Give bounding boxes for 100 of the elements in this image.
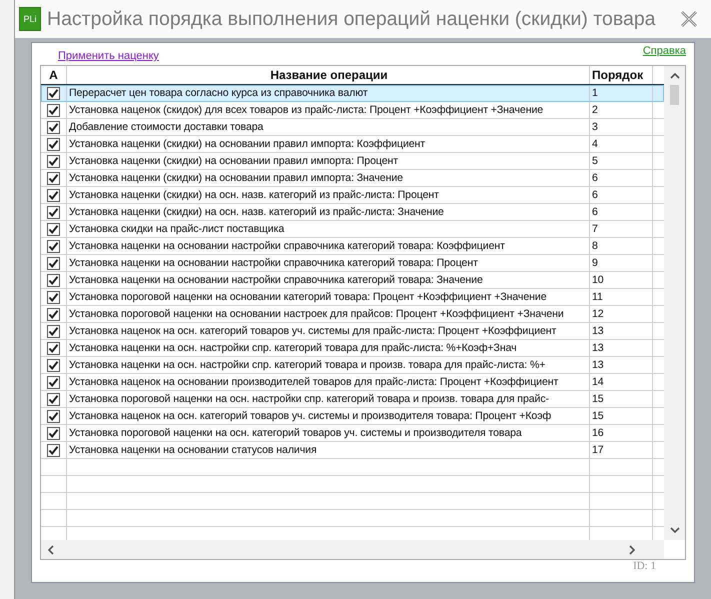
table-cell: Установка наценки на основании настройки справочника категорий товара: Процент [69,257,478,269]
table-row[interactable]: Добавление стоимости доставки товара 3 [41,119,664,136]
checkbox[interactable] [47,290,60,304]
table-cell: Установка наценки на осн. настройки спр. категорий товара и произв. товара для прайс-листа: %+ [69,359,546,371]
table-row[interactable]: Установка наценки (скидки) на основании правил импорта: Процент 5 [41,153,664,170]
table-cell: 3 [592,121,598,133]
table-row[interactable]: Установка пороговой наценки на основании категорий товара: Процент +Коэффициент +Значение 11 [41,289,664,306]
checkbox[interactable] [47,308,60,320]
checkbox[interactable] [47,240,60,252]
checkbox[interactable] [47,342,60,354]
table-row[interactable]: Установка наценок на осн. категорий товаров уч. системы для прайс-листа: Процент +Коэффициент 13 [41,323,664,340]
table-cell: Установка наценки (скидки) на основании правил импорта: Процент [69,155,398,167]
horizontal-scrollbar[interactable] [41,540,664,559]
table-cell: 13 [592,359,604,371]
window-title: Настройка порядка выполнения операций наценки (скидки) товара [47,8,657,30]
table-cell: Установка наценки на основании статусов наличия [69,444,317,456]
table-cell: Установка наценки на основании настройки справочника категорий товара: Коэффициент [69,240,505,252]
checkbox[interactable] [47,104,60,116]
checkbox[interactable] [47,120,60,134]
scroll-right-icon[interactable] [629,544,636,554]
table-cell: Перерасчет цен товара согласно курса из справочника валют [69,87,368,99]
checkbox[interactable] [47,138,60,150]
table-row[interactable]: Перерасчет цен товара согласно курса из справочника валют 1 [41,85,664,102]
table-row[interactable]: Установка наценки на основании настройки справочника категорий товара: Значение 10 [41,272,664,289]
scroll-up-icon[interactable] [670,72,680,79]
checkbox[interactable] [47,172,60,184]
table-cell: 17 [592,444,604,456]
table-row[interactable]: Установка пороговой наценки на осн. категорий товаров уч. системы и производителя товара 16 [41,425,664,442]
checkbox[interactable] [47,444,60,456]
checkbox[interactable] [47,358,60,372]
column-header[interactable]: Название операции [67,66,590,84]
checkbox[interactable] [47,410,60,422]
checkbox[interactable] [47,222,60,236]
table-cell: Установка наценки на основании настройки справочника категорий товара: Значение [69,274,483,286]
scrollbar-thumb[interactable] [670,85,679,105]
checkbox[interactable] [47,274,60,286]
table-row[interactable]: Установка скидки на прайс-лист поставщика 7 [41,221,664,238]
table-row[interactable]: Установка наценки (скидки) на основании правил импорта: Коэффициент 4 [41,136,664,153]
scroll-down-icon[interactable] [670,527,680,534]
table-cell: Установка наценки (скидки) на осн. назв. категорий из прайс-листа: Процент [69,189,439,201]
table-cell: Установка наценки на осн. настройки спр. категорий товара для прайс-листа: %+Коэф+Знач [69,342,517,354]
table-cell: Установка наценки (скидки) на основании правил импорта: Значение [69,172,403,184]
table-cell: Установка пороговой наценки на осн. категорий товаров уч. системы и производителя товара [69,427,522,439]
apply-markup-link[interactable]: Применить наценку [58,50,159,62]
checkbox[interactable] [47,376,60,388]
checkbox[interactable] [47,154,60,168]
table-cell: 11 [592,291,603,303]
app-logo: PLi [19,7,41,31]
help-link[interactable]: Справка [642,45,686,57]
scroll-left-icon[interactable] [47,544,54,554]
table-cell: 2 [592,104,598,116]
checkbox[interactable] [47,188,60,202]
table-row[interactable]: Установка наценок (скидок) для всех товаров из прайс-листа: Процент +Коэффициент +Значение 2 [41,102,664,119]
checkbox[interactable] [47,206,60,218]
table-row[interactable]: Установка наценки (скидки) на основании правил импорта: Значение 6 [41,170,664,187]
table-row[interactable]: Установка наценки на осн. настройки спр. категорий товара для прайс-листа: %+Коэф+Знач 13 [41,340,664,357]
table-row[interactable]: Установка наценки на осн. настройки спр. категорий товара и произв. товара для прайс-листа: %+ 13 [41,357,664,374]
column-header[interactable]: А [41,66,67,84]
table-cell: 15 [592,393,604,405]
table-cell: 16 [592,427,604,439]
table-cell: 8 [592,240,598,252]
table-cell: Установка наценок на основании производителей товаров для прайс-листа: Процент +Коэффициент [69,376,558,388]
table-cell: 14 [592,376,604,388]
table-cell: Установка скидки на прайс-лист поставщика [69,223,284,235]
table-cell: 15 [592,410,604,422]
table-row[interactable]: Установка наценки (скидки) на осн. назв. категорий из прайс-листа: Процент 6 [41,187,664,204]
table-cell: Установка наценки (скидки) на основании правил импорта: Коэффициент [69,138,426,150]
checkbox[interactable] [47,256,60,270]
table-cell: 4 [592,138,598,150]
table-row[interactable]: Установка наценки (скидки) на осн. назв. категорий из прайс-листа: Значение 6 [41,204,664,221]
table-row[interactable]: Установка наценки на основании статусов наличия 17 [41,442,664,459]
checkbox[interactable] [47,392,60,406]
checkbox[interactable] [47,426,60,440]
table-row[interactable]: Установка наценки на основании настройки справочника категорий товара: Коэффициент 8 [41,238,664,255]
table-cell: 13 [592,342,604,354]
table-cell: 10 [592,274,604,286]
table-row[interactable]: Установка наценки на основании настройки справочника категорий товара: Процент 9 [41,255,664,272]
record-id: ID: 1 [633,560,656,574]
checkbox[interactable] [47,86,60,100]
column-header[interactable]: Порядок [590,66,653,84]
table-cell: Установка пороговой наценки на основании категорий товара: Процент +Коэффициент +Значение [69,291,547,303]
table-cell: 6 [592,172,598,184]
table-cell: 6 [592,206,598,218]
checkbox[interactable] [47,324,60,338]
table-cell: Установка наценок на осн. категорий товаров уч. системы для прайс-листа: Процент +Коэффициент [69,325,556,337]
close-icon[interactable] [679,9,699,29]
table-cell: Установка пороговой наценки на основании настроек для прайсов: Процент +Коэффициент +Значени [69,308,564,320]
table-cell: 9 [592,257,598,269]
table-cell: 5 [592,155,598,167]
table-cell: 7 [592,223,598,235]
table-cell: Установка наценки (скидки) на осн. назв. категорий из прайс-листа: Значение [69,206,444,218]
table-cell: Установка наценок (скидок) для всех товаров из прайс-листа: Процент +Коэффициент +Значение [69,104,544,116]
table-row[interactable]: Установка наценок на осн. категорий товаров уч. системы и производителя товара: Процент +Коэф 15 [41,408,664,425]
table-cell: 6 [592,189,598,201]
table-row[interactable]: Установка пороговой наценки на осн. настройки спр. категорий товара и произв. товара для прайс- 15 [41,391,664,408]
vertical-scrollbar[interactable] [664,66,685,540]
table-row[interactable]: Установка пороговой наценки на основании настроек для прайсов: Процент +Коэффициент +Значени 12 [41,306,664,323]
table-cell: Установка наценок на осн. категорий товаров уч. системы и производителя товара: Процент +Коэф [69,410,552,422]
table-cell: 12 [592,308,604,320]
table-row[interactable]: Установка наценок на основании производителей товаров для прайс-листа: Процент +Коэффициент 14 [41,374,664,391]
